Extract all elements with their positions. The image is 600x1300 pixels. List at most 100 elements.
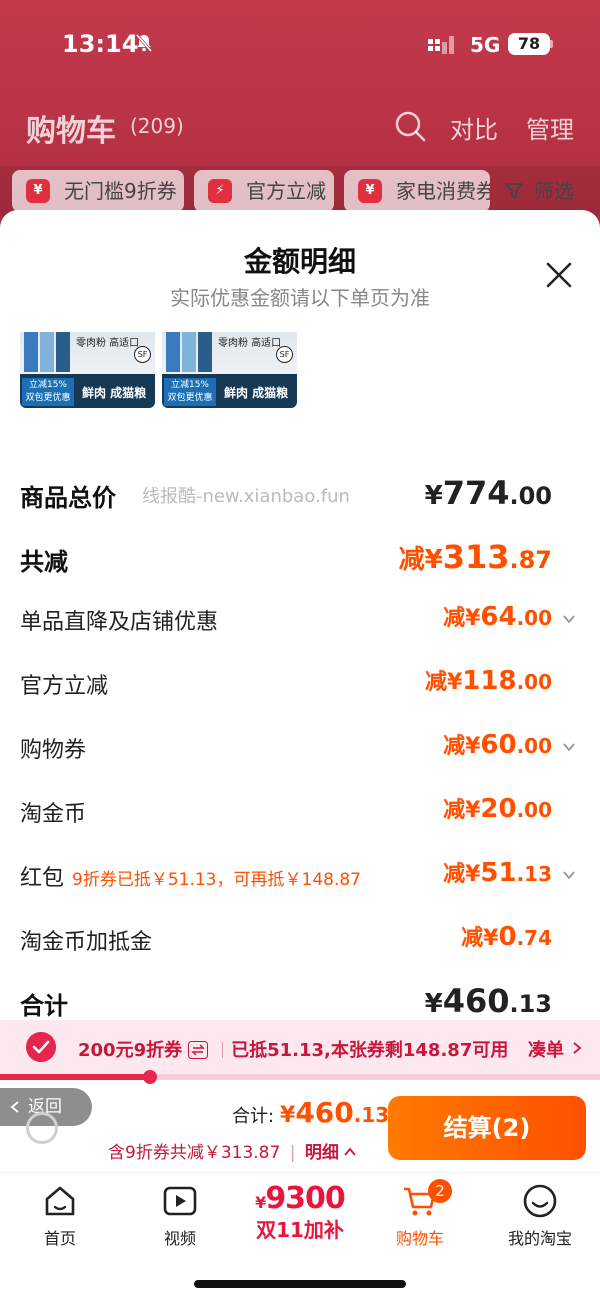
row-label: 合计: [20, 992, 68, 1020]
tab-label: 购物车: [395, 1229, 444, 1248]
chevron-down-icon[interactable]: [562, 868, 576, 882]
floating-ball-icon[interactable]: [26, 1112, 58, 1144]
amount-dec: .00: [516, 670, 552, 694]
watermark-text: 线报酷-new.xianbao.fun: [142, 486, 350, 507]
row-label: 购物券: [20, 738, 87, 763]
discount-text: 含9折券共减￥313.87: [108, 1143, 281, 1163]
amount-int: 313: [442, 538, 510, 576]
taojin-coins-amount: 减¥20.00: [443, 792, 552, 824]
coupon-progress-bar: [0, 1070, 600, 1084]
progress-fill: [0, 1074, 150, 1080]
home-icon: [45, 1186, 75, 1216]
detail-toggle[interactable]: 明细: [305, 1143, 357, 1163]
promo-label: 双11加补: [256, 1218, 344, 1242]
amount-dec: .00: [516, 798, 552, 822]
tab-label: 首页: [43, 1229, 76, 1248]
checkout-button[interactable]: 结算(2): [388, 1096, 586, 1160]
product-tagline: 零肉粉 高适口: [76, 338, 140, 349]
official-discount-amount: 减¥118.00: [425, 664, 552, 696]
promo-amount: ¥9300: [250, 1181, 350, 1216]
filter-chip-official-discount[interactable]: ⚡ 官方立减: [194, 170, 334, 212]
grand-total-amount: ¥460.13: [425, 982, 552, 1020]
tab-profile[interactable]: 我的淘宝: [490, 1183, 590, 1263]
chevron-down-icon[interactable]: [562, 740, 576, 754]
row-goods-total: 商品总价 线报酷-new.xianbao.fun ¥774.00: [20, 474, 580, 514]
product-thumbnail[interactable]: 零肉粉 高适口 SF 立减15% 双包更优惠 鲜肉 成猫粮: [20, 332, 155, 408]
product-bag-icon: [166, 332, 180, 372]
sheet-subtitle: 实际优惠金额请以下单页为准: [170, 286, 430, 310]
swap-icon[interactable]: [188, 1041, 209, 1059]
row-label: 淘金币加抵金: [20, 930, 153, 955]
total-label: 合计:: [232, 1106, 275, 1127]
add-items-link[interactable]: 凑单: [528, 1036, 564, 1062]
cart-header: 购物车 (209) 对比 管理: [0, 100, 600, 156]
divider: [222, 1042, 224, 1058]
amount-int: 60: [480, 730, 517, 760]
product-name: 鲜肉 成猫粮: [82, 386, 147, 400]
chevron-up-icon: [344, 1147, 356, 1156]
close-icon[interactable]: [544, 260, 574, 290]
filter-label: 筛选: [534, 179, 574, 203]
tab-home[interactable]: 首页: [10, 1183, 110, 1263]
amount-int: 460: [295, 1096, 354, 1129]
amount-dec: .13: [509, 990, 552, 1018]
red-packet-note: 9折券已抵￥51.13，可再抵￥148.87: [72, 870, 361, 890]
chip-label: 家电消费券: [396, 179, 490, 203]
cart-title: 购物车: [26, 114, 116, 149]
row-label: 单品直降及店铺优惠: [20, 610, 219, 635]
total-discount-amount: 减¥313.87: [399, 538, 552, 576]
amount-prefix: ¥: [280, 1103, 296, 1128]
lightning-icon: ⚡: [208, 179, 232, 203]
coin-credit-amount: 减¥0.74: [461, 920, 552, 952]
filter-row: ¥ 无门槛9折券 ⚡ 官方立减 ¥ 家电消费券 筛选: [0, 166, 600, 216]
amount-int: 774: [442, 474, 510, 512]
row-red-packet[interactable]: 红包 9折券已抵￥51.13，可再抵￥148.87 减¥51.13: [20, 856, 580, 896]
profile-icon: [523, 1184, 557, 1218]
amount-dec: .74: [516, 926, 552, 950]
row-total-discount: 共减 减¥313.87: [20, 538, 580, 578]
tab-promo[interactable]: ¥9300 双11加补: [250, 1181, 350, 1261]
product-thumbnail[interactable]: 零肉粉 高适口 SF 立减15% 双包更优惠 鲜肉 成猫粮: [162, 332, 297, 408]
amount-prefix: 减¥: [443, 606, 481, 631]
coupon-status-text: 已抵51.13,本张券剩148.87可用: [231, 1040, 509, 1061]
funnel-icon: [505, 183, 523, 199]
amount-prefix: 减¥: [443, 798, 481, 823]
video-icon: [163, 1186, 197, 1216]
tab-label: 我的淘宝: [507, 1229, 572, 1248]
coupon-bar: 200元9折券 已抵51.13,本张券剩148.87可用 凑单: [0, 1020, 600, 1076]
chevron-right-icon: [573, 1042, 582, 1054]
chip-label: 官方立减: [246, 179, 326, 203]
red-packet-amount: 减¥51.13: [443, 856, 552, 888]
amount-int: 64: [480, 602, 517, 632]
filter-chip-coupon[interactable]: ¥ 无门槛9折券: [12, 170, 184, 212]
amount-int: 118: [462, 666, 517, 696]
product-name: 鲜肉 成猫粮: [224, 386, 289, 400]
row-store-discount[interactable]: 单品直降及店铺优惠 减¥64.00: [20, 600, 580, 640]
search-icon[interactable]: [394, 110, 426, 142]
compare-button[interactable]: 对比: [450, 110, 498, 145]
promo-text: 双包更优惠: [167, 393, 213, 403]
manage-button[interactable]: 管理: [526, 110, 574, 145]
product-bag-icon: [24, 332, 38, 372]
chevron-down-icon[interactable]: [562, 612, 576, 626]
product-bag-icon: [182, 332, 196, 372]
tab-cart[interactable]: 2 购物车: [370, 1179, 470, 1263]
filter-button[interactable]: 筛选: [504, 170, 574, 212]
tab-label: 视频: [163, 1229, 196, 1248]
amount-dec: .13: [516, 862, 552, 886]
amount-int: 51: [480, 858, 517, 888]
amount-prefix: 减¥: [443, 734, 481, 759]
promo-yen: ¥: [255, 1193, 266, 1212]
amount-prefix: 减¥: [424, 670, 463, 695]
total-amount: ¥460.13: [280, 1096, 389, 1129]
filter-chip-appliance-coupon[interactable]: ¥ 家电消费券: [344, 170, 490, 212]
tab-video[interactable]: 视频: [130, 1183, 230, 1263]
amount-prefix: ¥: [424, 989, 443, 1019]
check-circle-icon[interactable]: [26, 1032, 56, 1062]
row-coin-credit: 淘金币加抵金 减¥0.74: [20, 920, 580, 960]
row-shopping-coupon[interactable]: 购物券 减¥60.00: [20, 728, 580, 768]
cart-badge: 2: [428, 1179, 452, 1203]
row-grand-total: 合计 ¥460.13: [20, 982, 580, 1022]
sf-badge: SF: [276, 346, 293, 363]
amount-prefix: ¥: [424, 481, 443, 511]
